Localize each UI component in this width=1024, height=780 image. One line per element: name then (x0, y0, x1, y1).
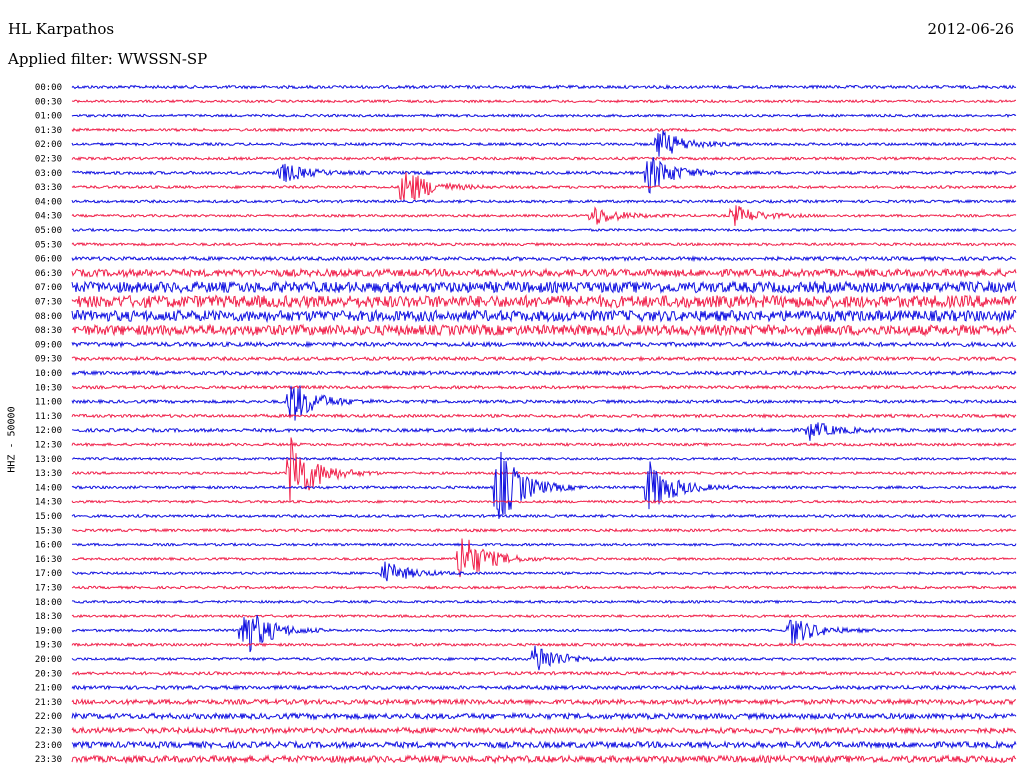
row-time-label: 18:00 (35, 598, 62, 608)
row-time-label: 00:00 (35, 83, 62, 93)
row-time-label: 19:00 (35, 626, 62, 636)
trace-row-0530 (71, 241, 1017, 247)
seismogram-plot: 00:00 00:30 01:00 01:30 02:00 02:30 03:00 03:30… (35, 83, 1017, 765)
trace-row-1400 (71, 451, 1017, 519)
row-time-label: 15:00 (35, 512, 62, 522)
trace-row-0400 (71, 198, 1017, 204)
trace-row-0800 (71, 308, 1017, 324)
row-time-label: 08:00 (35, 312, 62, 322)
row-time-label: 22:00 (35, 712, 62, 722)
trace-row-0630 (71, 267, 1017, 279)
row-time-label: 05:30 (35, 240, 62, 250)
row-time-label: 15:30 (35, 526, 62, 536)
trace-row-0700 (71, 280, 1017, 295)
trace-row-0600 (71, 255, 1017, 263)
trace-row-0330 (71, 172, 1017, 201)
trace-row-1800 (71, 599, 1017, 605)
row-time-label: 04:00 (35, 197, 62, 207)
trace-row-0000 (71, 83, 1017, 90)
trace-row-0130 (71, 127, 1017, 133)
trace-row-1000 (71, 369, 1017, 377)
trace-row-0830 (71, 323, 1017, 337)
row-time-label: 11:00 (35, 398, 62, 408)
trace-row-1230 (71, 441, 1017, 448)
trace-row-0500 (71, 227, 1017, 233)
row-time-label: 04:30 (35, 212, 62, 222)
trace-row-0030 (71, 98, 1017, 104)
row-time-label: 03:30 (35, 183, 62, 193)
row-time-label: 07:00 (35, 283, 62, 293)
trace-row-0430 (71, 205, 1017, 226)
trace-row-1600 (72, 542, 1017, 547)
trace-row-2200 (71, 711, 1017, 721)
trace-row-1500 (71, 513, 1017, 519)
row-time-label: 20:00 (35, 655, 62, 665)
row-time-label: 13:30 (35, 469, 62, 479)
row-time-label: 17:00 (35, 569, 62, 579)
row-time-label: 09:30 (35, 355, 62, 365)
row-time-label: 17:30 (35, 584, 62, 594)
trace-row-1930 (71, 642, 1017, 648)
row-time-label: 08:30 (35, 326, 62, 336)
trace-row-0930 (71, 355, 1017, 362)
row-time-label: 21:00 (35, 684, 62, 694)
trace-row-1530 (71, 527, 1017, 533)
trace-row-1830 (71, 613, 1017, 619)
trace-row-2100 (71, 684, 1017, 691)
trace-row-1700 (71, 561, 1017, 582)
trace-row-2230 (71, 725, 1017, 735)
trace-row-2130 (71, 697, 1017, 707)
trace-row-1030 (71, 384, 1017, 391)
row-time-label: 02:00 (35, 140, 62, 150)
row-time-label: 07:30 (35, 298, 62, 308)
trace-row-2300 (71, 739, 1017, 750)
row-time-label: 09:00 (35, 340, 62, 350)
trace-row-1200 (71, 422, 1017, 441)
trace-row-0730 (71, 293, 1017, 310)
trace-row-2000 (71, 645, 1017, 671)
row-time-label: 11:30 (35, 412, 62, 422)
trace-row-0230 (71, 155, 1017, 162)
row-time-label: 02:30 (35, 155, 62, 165)
trace-row-0900 (71, 340, 1017, 349)
row-time-label: 10:00 (35, 369, 62, 379)
trace-row-1730 (71, 585, 1017, 590)
trace-row-2330 (71, 754, 1017, 765)
row-time-label: 14:00 (35, 483, 62, 493)
trace-row-1130 (71, 413, 1017, 419)
row-time-label: 03:00 (35, 169, 62, 179)
row-time-label: 23:00 (35, 741, 62, 751)
row-time-label: 00:30 (35, 97, 62, 107)
row-time-label: 16:00 (35, 541, 62, 551)
row-time-label: 12:30 (35, 441, 62, 451)
row-time-label: 16:30 (35, 555, 62, 565)
trace-row-0100 (71, 113, 1017, 119)
row-time-label: 06:30 (35, 269, 62, 279)
row-time-label: 19:30 (35, 641, 62, 651)
row-time-label: 12:00 (35, 426, 62, 436)
row-time-label: 20:30 (35, 669, 62, 679)
trace-row-2030 (71, 670, 1017, 677)
row-time-label: 10:30 (35, 383, 62, 393)
trace-row-1430 (71, 499, 1017, 505)
row-time-label: 21:30 (35, 698, 62, 708)
row-time-label: 22:30 (35, 727, 62, 737)
row-time-label: 23:30 (35, 755, 62, 765)
row-time-label: 18:30 (35, 612, 62, 622)
row-time-label: 13:00 (35, 455, 62, 465)
row-time-label: 01:00 (35, 112, 62, 122)
trace-row-1300 (71, 456, 1017, 462)
row-time-label: 14:30 (35, 498, 62, 508)
trace-row-1900 (71, 614, 1017, 653)
row-time-label: 05:00 (35, 226, 62, 236)
row-time-label: 01:30 (35, 126, 62, 136)
trace-row-0200 (71, 130, 1017, 157)
row-time-label: 06:00 (35, 255, 62, 265)
